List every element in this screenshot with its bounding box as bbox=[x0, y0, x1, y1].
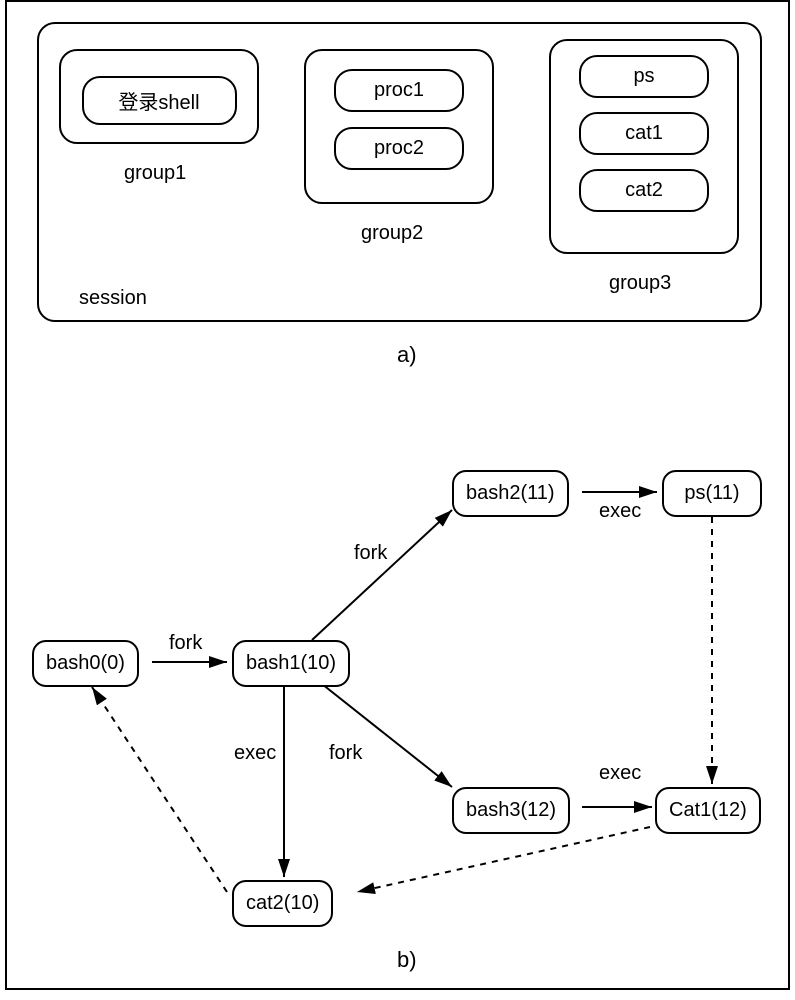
group1-label: group1 bbox=[124, 162, 186, 185]
node-cat1: Cat1(12) bbox=[655, 787, 761, 834]
figure-a-label: a) bbox=[397, 342, 417, 368]
group3-box: ps cat1 cat2 bbox=[549, 39, 739, 254]
group3-label: group3 bbox=[609, 272, 671, 295]
edge-bash1-bash2: fork bbox=[352, 542, 389, 565]
flow-arrows bbox=[22, 442, 782, 937]
figure-b-label: b) bbox=[397, 947, 417, 973]
proc-proc1: proc1 bbox=[334, 69, 464, 112]
group2-box: proc1 proc2 bbox=[304, 49, 494, 204]
flow-diagram: bash0(0) bash1(10) bash2(11) bash3(12) p… bbox=[22, 442, 782, 937]
figure-frame: 登录shell group1 proc1 proc2 group2 ps cat… bbox=[5, 0, 790, 990]
group1-box: 登录shell bbox=[59, 49, 259, 144]
edge-bash0-bash1: fork bbox=[167, 632, 204, 655]
edge-bash1-bash3: fork bbox=[327, 742, 364, 765]
proc-proc2: proc2 bbox=[334, 127, 464, 170]
group2-label: group2 bbox=[361, 222, 423, 245]
proc-cat1: cat1 bbox=[579, 112, 709, 155]
proc-ps: ps bbox=[579, 55, 709, 98]
node-bash1: bash1(10) bbox=[232, 640, 350, 687]
edge-bash2-ps: exec bbox=[597, 500, 643, 523]
node-ps: ps(11) bbox=[662, 470, 762, 517]
session-box: 登录shell group1 proc1 proc2 group2 ps cat… bbox=[37, 22, 762, 322]
proc-cat2: cat2 bbox=[579, 169, 709, 212]
edge-bash3-cat1: exec bbox=[597, 762, 643, 785]
session-label: session bbox=[79, 287, 147, 310]
proc-login-shell: 登录shell bbox=[82, 76, 237, 125]
node-cat2: cat2(10) bbox=[232, 880, 333, 927]
node-bash2: bash2(11) bbox=[452, 470, 569, 517]
node-bash3: bash3(12) bbox=[452, 787, 570, 834]
edge-bash1-cat2: exec bbox=[232, 742, 278, 765]
node-bash0: bash0(0) bbox=[32, 640, 139, 687]
